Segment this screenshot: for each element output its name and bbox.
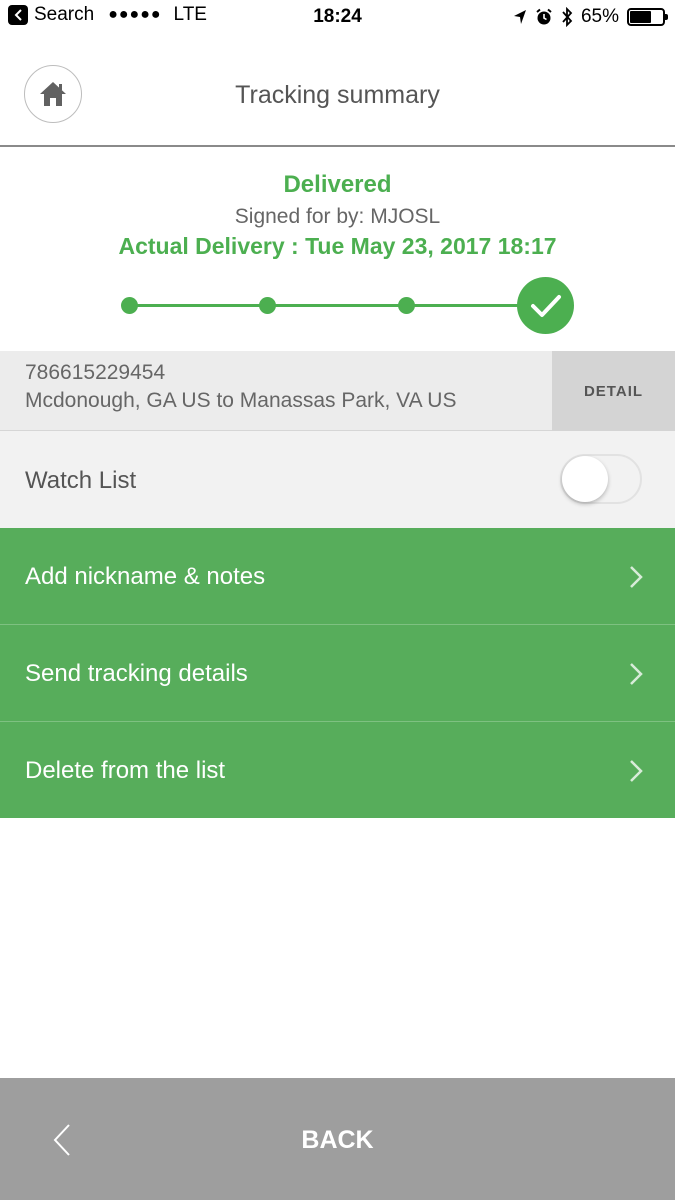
action-label: Add nickname & notes [25,563,266,590]
action-label: Send tracking details [25,660,248,687]
delivery-status: Delivered [283,171,392,198]
carrier-label: LTE [173,4,207,25]
header: Tracking summary [0,36,675,147]
signed-for-text: Signed for by: MJOSL [234,205,441,228]
detail-button[interactable]: DETAIL [552,351,675,431]
progress-step-2 [259,297,276,314]
status-bar-left: Search ●●●●● LTE [8,4,207,26]
back-button[interactable]: BACK [0,1126,675,1155]
checkmark-icon [530,294,561,317]
bluetooth-icon [562,7,573,27]
back-to-app-icon[interactable] [8,5,28,25]
chevron-right-icon [630,663,643,685]
battery-icon [627,8,668,26]
progress-step-1 [121,297,138,314]
watch-list-label: Watch List [25,467,137,494]
chevron-right-icon [630,760,643,782]
add-nickname-notes-item[interactable]: Add nickname & notes [0,528,675,625]
watch-list-row: Watch List [0,431,675,528]
actual-delivery-text: Actual Delivery : Tue May 23, 2017 18:17 [118,233,557,259]
action-list: Add nickname & notes Send tracking detai… [0,528,675,818]
tracking-info-row[interactable]: 786615229454 Mcdonough, GA US to Manassa… [0,351,675,431]
send-tracking-details-item[interactable]: Send tracking details [0,625,675,722]
status-bar: Search ●●●●● LTE 18:24 65% [0,0,675,36]
progress-step-3 [398,297,415,314]
watch-list-toggle[interactable] [560,454,642,504]
chevron-right-icon [630,566,643,588]
bottom-back-bar[interactable]: BACK [0,1078,675,1200]
delivery-progress [0,277,675,337]
battery-percent: 65% [580,6,619,27]
signal-strength-icon: ●●●●● [108,6,162,23]
location-arrow-icon [513,10,526,24]
back-app-label[interactable]: Search [34,4,94,26]
status-bar-right: 65% [513,6,668,28]
alarm-icon [536,8,552,25]
toggle-knob [562,456,608,502]
tracking-route: Mcdonough, GA US to Manassas Park, VA US [25,389,457,412]
delete-from-list-item[interactable]: Delete from the list [0,722,675,818]
delivery-summary: Delivered Signed for by: MJOSL Actual De… [0,149,675,351]
progress-line [129,304,529,307]
tracking-number: 786615229454 [25,361,166,384]
page-title: Tracking summary [235,81,440,109]
progress-step-delivered [517,277,574,334]
action-label: Delete from the list [25,757,226,784]
